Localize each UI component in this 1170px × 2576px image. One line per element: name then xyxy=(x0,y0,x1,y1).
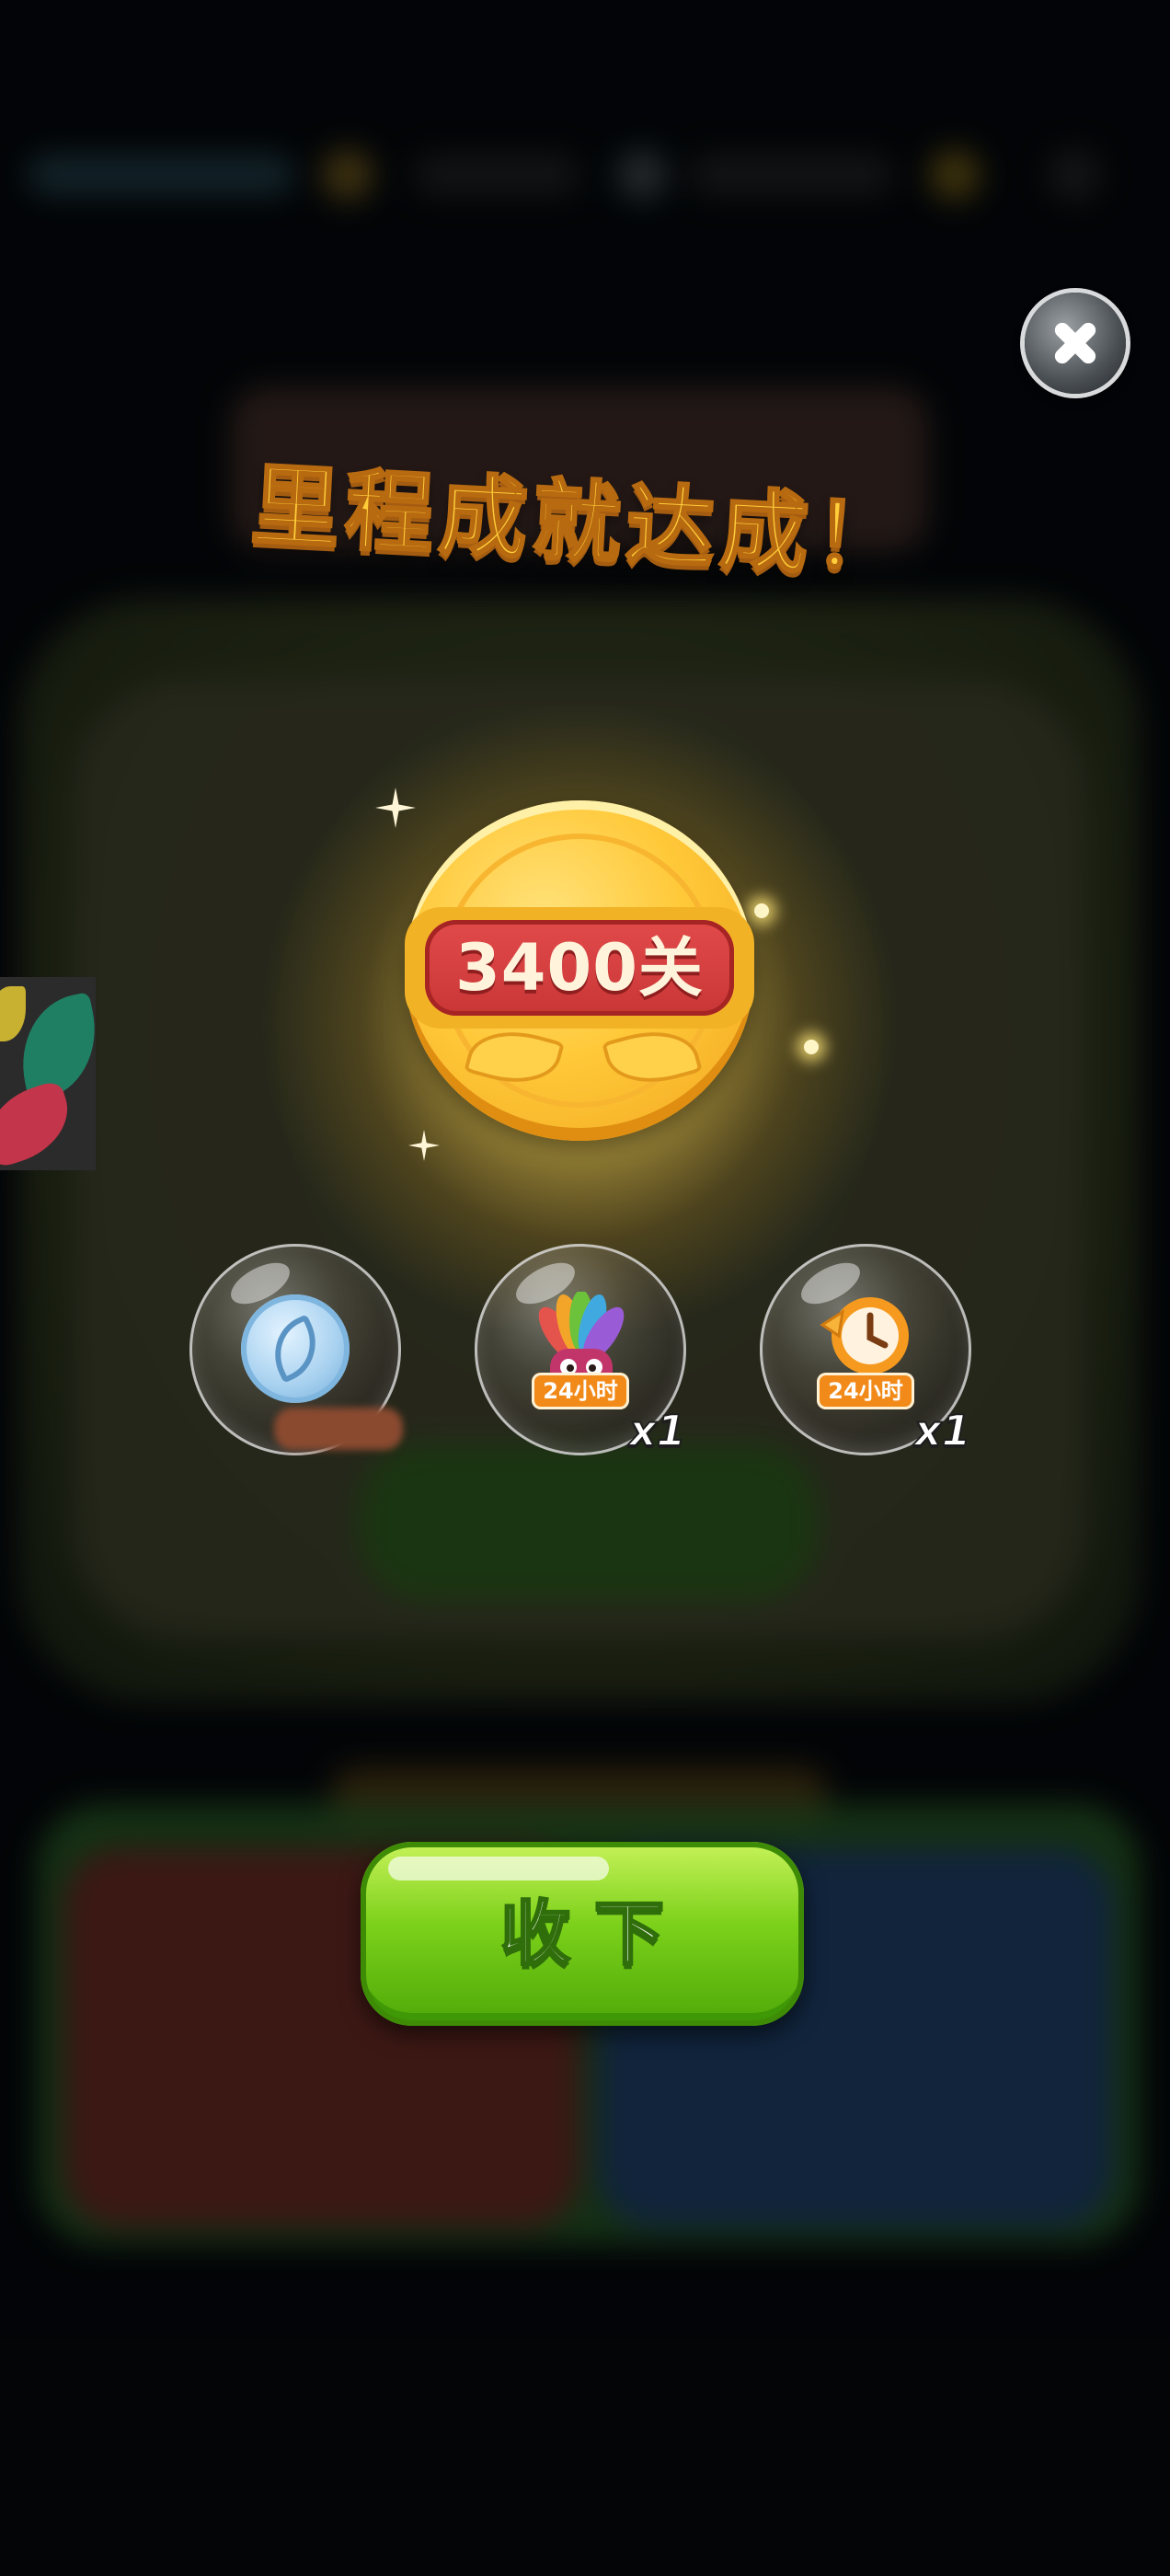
leaf-coin-icon xyxy=(241,1294,350,1403)
reward-quantity: x1 xyxy=(913,1405,972,1456)
sparkle-dot xyxy=(754,903,769,918)
collect-button[interactable]: 收下 xyxy=(361,1842,804,2026)
reward-bubble-feather: 24小时 x1 xyxy=(475,1244,687,1456)
duration-badge: 24小时 xyxy=(817,1373,914,1409)
reward-quantity: x1 xyxy=(628,1405,687,1456)
floating-app-widget[interactable] xyxy=(0,977,96,1170)
close-button[interactable] xyxy=(1025,293,1126,394)
milestone-medal: 3400关 xyxy=(405,800,754,1141)
widget-logo-icon xyxy=(0,986,26,1041)
duration-badge: 24小时 xyxy=(532,1373,629,1409)
sparkle-dot xyxy=(804,1040,819,1054)
game-screen: 里程成就达成！ 3400关 24小时 x1 24小时 x1 收下 xyxy=(0,0,1170,2576)
reward-bubble-timer: 24小时 x1 xyxy=(760,1244,972,1456)
medal-level-label: 3400关 xyxy=(425,920,734,1016)
collect-button-label: 收下 xyxy=(499,1892,688,1976)
reward-bubble-coin xyxy=(189,1244,403,1455)
reward-amount-redacted xyxy=(274,1408,403,1450)
